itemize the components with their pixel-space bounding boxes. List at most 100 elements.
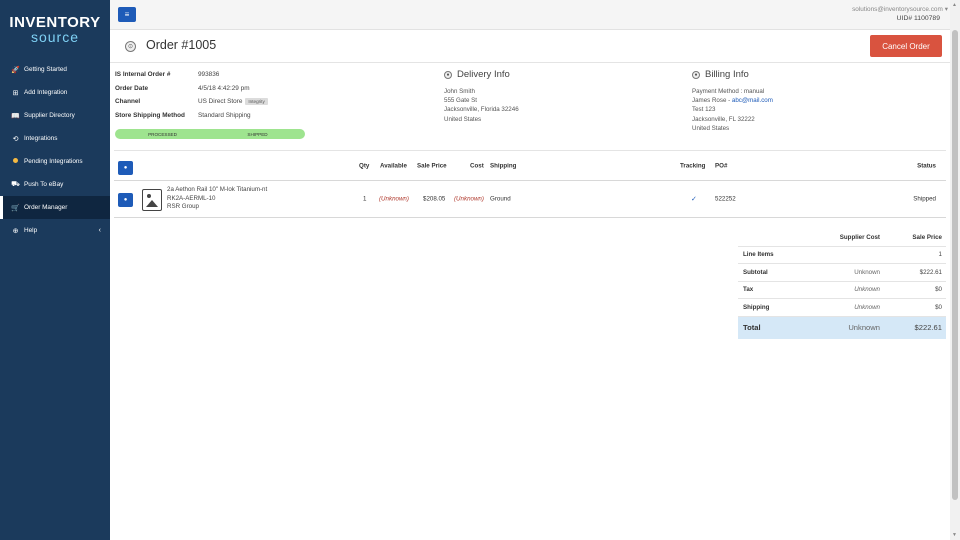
column-header-qty: Qty	[359, 162, 370, 169]
channel-value: US Direct Store	[198, 98, 243, 106]
cancel-order-button[interactable]: Cancel Order	[870, 35, 942, 57]
progress-step-processed: PROCESSED	[148, 131, 177, 137]
scroll-down-arrow-icon[interactable]: ▼	[952, 532, 957, 538]
delivery-info: ● Delivery Info John Smith 555 Gate St J…	[444, 68, 644, 124]
cell-available: (Unknown)	[379, 195, 409, 203]
column-header-tracking: Tracking	[680, 162, 706, 169]
order-info-label: IS Internal Order #	[115, 71, 171, 79]
delivery-line: Jacksonville, Florida 32246	[444, 106, 519, 114]
order-info-value: US Direct Store Integrity	[198, 98, 268, 106]
line-items-header: ● Qty Available Sale Price Cost Shipping…	[114, 150, 946, 181]
sidebar-item-label: Pending Integrations	[24, 158, 83, 165]
chevron-left-icon: ‹	[98, 227, 101, 234]
sidebar-item-label: Integrations	[24, 135, 58, 142]
product-image-placeholder-icon	[142, 189, 162, 211]
order-totals: Supplier Cost Sale Price Line Items 1 Su…	[738, 229, 946, 339]
plus-icon: ●	[123, 197, 128, 203]
sidebar-item-label: Help	[24, 227, 38, 234]
billing-line: Jacksonville, FL 32222	[692, 115, 755, 123]
user-menu[interactable]: solutions@inventorysource.com ▾	[852, 5, 948, 13]
delivery-line: United States	[444, 115, 482, 123]
cell-cost: (Unknown)	[454, 195, 484, 203]
totals-header-sale-price: Sale Price	[912, 233, 942, 241]
totals-header: Supplier Cost Sale Price	[738, 229, 946, 247]
cell-po: 522252	[715, 195, 736, 203]
order-info-row: IS Internal Order # 993836	[115, 68, 445, 82]
billing-payment-method: Payment Method : manual	[692, 88, 765, 95]
column-header-shipping: Shipping	[490, 162, 517, 169]
user-email: solutions@inventorysource.com	[852, 6, 943, 13]
sidebar-item-pending-integrations[interactable]: Pending Integrations	[0, 150, 110, 173]
total-price: $222.61	[914, 323, 942, 332]
totals-row: Subtotal Unknown $222.61	[738, 264, 946, 282]
totals-label: Subtotal	[743, 268, 768, 276]
product-sku: RK2A-AERML-10	[167, 194, 216, 202]
top-bar: ≡ solutions@inventorysource.com ▾ UID# 11…	[110, 0, 960, 30]
page-scrollbar[interactable]: ▲ ▼	[950, 0, 960, 540]
billing-info-header[interactable]: ● Billing Info	[692, 68, 892, 81]
sidebar-item-getting-started[interactable]: 🚀 Getting Started	[0, 58, 110, 81]
totals-price: $0	[935, 286, 942, 294]
sidebar-item-label: Getting Started	[24, 66, 67, 73]
order-info-row: Channel US Direct Store Integrity	[115, 95, 445, 109]
add-line-item-button[interactable]: ●	[118, 161, 133, 175]
column-header-po: PO#	[715, 162, 728, 169]
billing-contact: James Rose - abc@mail.com	[692, 96, 892, 105]
billing-email-link[interactable]: abc@mail.com	[732, 97, 773, 104]
sidebar-item-add-integration[interactable]: ⊞ Add Integration	[0, 81, 110, 104]
sidebar-item-integrations[interactable]: ⟲ Integrations	[0, 127, 110, 150]
pending-dot-icon	[11, 158, 20, 165]
cell-status: Shipped	[913, 195, 936, 203]
billing-line: Test 123	[692, 106, 716, 114]
page-title: Order #1005	[146, 38, 217, 52]
sidebar-item-order-manager[interactable]: 🛒 Order Manager	[0, 196, 110, 219]
logo[interactable]: INVENTORY source	[0, 0, 110, 58]
product-title: 2a Aethon Rail 10" M-lok Titanium-nt	[167, 186, 268, 193]
scroll-up-arrow-icon[interactable]: ▲	[952, 2, 957, 8]
cell-qty: 1	[363, 195, 367, 203]
cell-shipping: Ground	[490, 195, 511, 203]
billing-line: United States	[692, 124, 730, 132]
totals-label: Tax	[743, 286, 754, 294]
progress-step-shipped: SHIPPED	[247, 131, 268, 137]
totals-price: $0	[935, 303, 942, 311]
sidebar-item-push-to-ebay[interactable]: ⛟ Push To eBay	[0, 173, 110, 196]
delivery-line: 555 Gate St	[444, 97, 478, 105]
sidebar-item-supplier-directory[interactable]: 📖 Supplier Directory	[0, 104, 110, 127]
line-items-table: ● Qty Available Sale Price Cost Shipping…	[114, 150, 946, 218]
order-info: IS Internal Order # 993836 Order Date 4/…	[115, 68, 445, 122]
billing-info: ● Billing Info Payment Method : manual J…	[692, 68, 892, 133]
order-info-row: Order Date 4/5/18 4:42:29 pm	[115, 82, 445, 96]
menu-toggle-button[interactable]: ≡	[118, 7, 136, 22]
order-info-label: Store Shipping Method	[115, 111, 185, 119]
add-icon: ⊞	[12, 89, 19, 97]
scrollbar-thumb[interactable]	[952, 30, 958, 500]
logo-text-bottom: source	[30, 28, 80, 45]
page-header: ⊙ Order #1005 Cancel Order	[110, 30, 950, 63]
column-header-sale-price: Sale Price	[417, 162, 447, 169]
column-header-status: Status	[917, 162, 936, 169]
totals-row: Tax Unknown $0	[738, 282, 946, 299]
back-button[interactable]: ⊙	[125, 41, 136, 52]
sidebar: INVENTORY source 🚀 Getting Started ⊞ Add…	[0, 0, 110, 540]
sidebar-item-label: Supplier Directory	[24, 112, 75, 119]
sidebar-nav: 🚀 Getting Started ⊞ Add Integration 📖 Su…	[0, 58, 110, 242]
delivery-info-header[interactable]: ● Delivery Info	[444, 68, 644, 81]
sidebar-item-help[interactable]: ⊕ Help ‹	[0, 219, 110, 242]
expand-row-button[interactable]: ●	[118, 193, 133, 207]
check-icon: ✓	[691, 196, 697, 203]
table-row: ● 2a Aethon Rail 10" M-lok Titanium-nt R…	[114, 181, 946, 218]
totals-header-supplier-cost: Supplier Cost	[839, 233, 880, 241]
rocket-icon: 🚀	[11, 66, 20, 74]
back-icon: ⊙	[127, 44, 134, 50]
total-cost: Unknown	[848, 323, 880, 332]
totals-label: Shipping	[743, 303, 770, 311]
product-info: 2a Aethon Rail 10" M-lok Titanium-nt RK2…	[167, 186, 267, 212]
totals-cost: Unknown	[854, 268, 880, 276]
expand-icon: ●	[444, 70, 452, 79]
totals-price: 1	[938, 251, 942, 259]
user-uid: UID# 1100789	[896, 15, 940, 22]
totals-label: Line Items	[743, 251, 774, 259]
hamburger-icon: ≡	[124, 10, 130, 19]
cell-sale-price: $208.05	[423, 195, 446, 203]
